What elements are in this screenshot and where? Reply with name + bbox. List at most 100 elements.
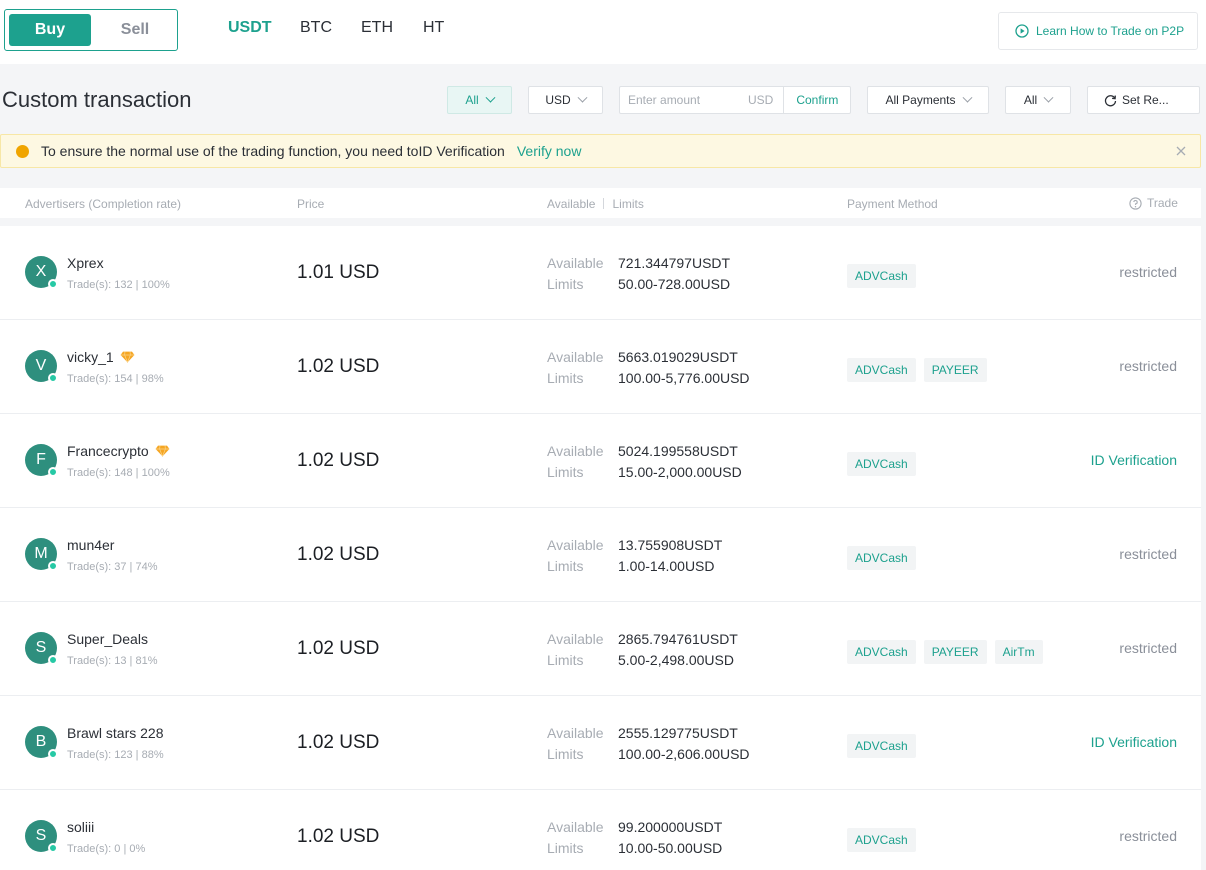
limits-label: Limits — [547, 464, 584, 480]
available-label: Available — [547, 819, 604, 835]
limits-label: Limits — [547, 652, 584, 668]
avatar[interactable]: V — [25, 350, 58, 383]
available-label: Available — [547, 349, 604, 365]
advertiser-trades: Trade(s): 148 | 100% — [67, 467, 170, 479]
notice-text: To ensure the normal use of the trading … — [41, 143, 505, 159]
diamond-icon — [120, 351, 135, 363]
trade-status: restricted — [1119, 264, 1177, 280]
payment-method-tag[interactable]: ADVCash — [847, 452, 916, 476]
available-label: Available — [547, 631, 604, 647]
available-value: 2865.794761USDT — [618, 631, 738, 647]
advertiser-name-text: mun4er — [67, 537, 115, 553]
type-filter[interactable]: All — [447, 86, 512, 114]
payment-methods: ADVCash — [847, 452, 916, 476]
available-value: 13.755908USDT — [618, 537, 723, 553]
table-row: Ssoliii Trade(s): 0 | 0% 1.02 USD Available… — [0, 790, 1201, 870]
table-row: S Super_Deals Trade(s): 13 | 81% 1.02 USD Av… — [0, 602, 1201, 696]
currency-select[interactable]: USD — [528, 86, 603, 114]
reset-button[interactable]: Set Re... — [1087, 86, 1200, 114]
advertiser-trades: Trade(s): 13 | 81% — [67, 655, 158, 667]
payment-method-tag[interactable]: PAYEER — [923, 640, 987, 664]
limits-value: 100.00-5,776.00USD — [618, 370, 750, 386]
advertiser-name[interactable]: mun4er — [67, 537, 114, 553]
avatar[interactable]: B — [25, 726, 58, 759]
learn-p2p-label: Learn How to Trade on P2P — [1036, 24, 1185, 38]
verification-notice: To ensure the normal use of the trading … — [0, 134, 1201, 168]
sell-button[interactable]: Sell — [95, 14, 175, 46]
col-trade: Trade — [1129, 196, 1178, 210]
col-price: Price — [297, 197, 325, 211]
tab-btc[interactable]: BTC — [300, 19, 332, 37]
col-trade-label: Trade — [1147, 196, 1178, 210]
payment-method-tag[interactable]: AirTm — [994, 640, 1043, 664]
avatar[interactable]: S — [25, 632, 58, 665]
table-row: Mmun4er Trade(s): 37 | 74% 1.02 USD Availab… — [0, 508, 1201, 602]
price: 1.01 USD — [297, 262, 380, 283]
chevron-down-icon — [577, 92, 588, 103]
avatar[interactable]: M — [25, 538, 58, 571]
amount-input[interactable] — [628, 93, 748, 107]
payment-method-tag[interactable]: ADVCash — [847, 828, 916, 852]
advertiser-name[interactable]: vicky_1 — [67, 349, 135, 365]
col-limits: Limits — [612, 197, 644, 211]
column-divider — [603, 198, 605, 209]
id-verification-link[interactable]: ID Verification — [1091, 452, 1177, 468]
price: 1.02 USD — [297, 356, 380, 377]
available-value: 5663.019029USDT — [618, 349, 738, 365]
limits-label: Limits — [547, 840, 584, 856]
tab-usdt[interactable]: USDT — [228, 19, 272, 37]
price: 1.02 USD — [297, 826, 380, 847]
payment-method-select[interactable]: All Payments — [867, 86, 989, 114]
advertiser-name[interactable]: Super_Deals — [67, 631, 148, 647]
tab-eth[interactable]: ETH — [361, 19, 393, 37]
online-status-icon — [48, 561, 58, 571]
avatar-initial: F — [36, 451, 46, 468]
advertiser-name-text: soliii — [67, 819, 95, 835]
id-verification-link[interactable]: ID Verification — [1091, 734, 1177, 750]
table-row: X Xprex Trade(s): 132 | 100% 1.01 USD Availa… — [0, 226, 1201, 320]
available-value: 99.200000USDT — [618, 819, 723, 835]
avatar-initial: V — [35, 357, 47, 374]
payment-method-tag[interactable]: ADVCash — [847, 358, 916, 382]
verify-now-link[interactable]: Verify now — [517, 143, 582, 159]
confirm-button[interactable]: Confirm — [783, 87, 850, 113]
avatar[interactable]: X — [25, 256, 58, 289]
currency-select-value: USD — [545, 93, 571, 107]
available-value: 721.344797USDT — [618, 255, 731, 271]
payment-method-tag[interactable]: ADVCash — [847, 264, 916, 288]
avatar[interactable]: F — [25, 444, 58, 477]
learn-p2p-button[interactable]: Learn How to Trade on P2P — [998, 12, 1198, 50]
advertiser-trades: Trade(s): 132 | 100% — [67, 279, 170, 291]
advertiser-name[interactable]: soliii — [67, 819, 94, 835]
payment-method-tag[interactable]: ADVCash — [847, 734, 916, 758]
payment-method-tag[interactable]: ADVCash — [847, 546, 916, 570]
tab-ht[interactable]: HT — [423, 19, 444, 37]
avatar-initial: S — [35, 639, 47, 656]
avatar[interactable]: S — [25, 820, 58, 853]
advertiser-list: X Xprex Trade(s): 132 | 100% 1.01 USD Availa… — [0, 226, 1201, 870]
advertiser-name[interactable]: Brawl stars 228 — [67, 725, 163, 741]
chevron-down-icon — [962, 92, 972, 103]
chevron-down-icon — [485, 92, 496, 103]
payment-method-tag[interactable]: ADVCash — [847, 640, 916, 664]
limits-value: 1.00-14.00USD — [618, 558, 715, 574]
limits-label: Limits — [547, 746, 584, 762]
advertiser-name-text: Super_Deals — [67, 631, 148, 647]
online-status-icon — [48, 279, 58, 289]
advertiser-trades: Trade(s): 154 | 98% — [67, 373, 164, 385]
advertiser-name[interactable]: Francecrypto — [67, 443, 170, 459]
limits-value: 15.00-2,000.00USD — [618, 464, 742, 480]
buy-button[interactable]: Buy — [9, 14, 91, 46]
advertiser-name-text: Brawl stars 228 — [67, 725, 164, 741]
reset-label: Set Re... — [1122, 93, 1169, 107]
price: 1.02 USD — [297, 450, 380, 471]
avatar-initial: S — [35, 827, 47, 844]
diamond-icon — [155, 445, 170, 457]
limits-value: 100.00-2,606.00USD — [618, 746, 750, 762]
payment-methods: ADVCash PAYEER AirTm — [847, 640, 1043, 664]
close-icon[interactable] — [1174, 144, 1188, 158]
advertiser-name[interactable]: Xprex — [67, 255, 104, 271]
question-circle-icon[interactable] — [1129, 196, 1142, 210]
payment-method-tag[interactable]: PAYEER — [923, 358, 987, 382]
region-select[interactable]: All — [1005, 86, 1071, 114]
